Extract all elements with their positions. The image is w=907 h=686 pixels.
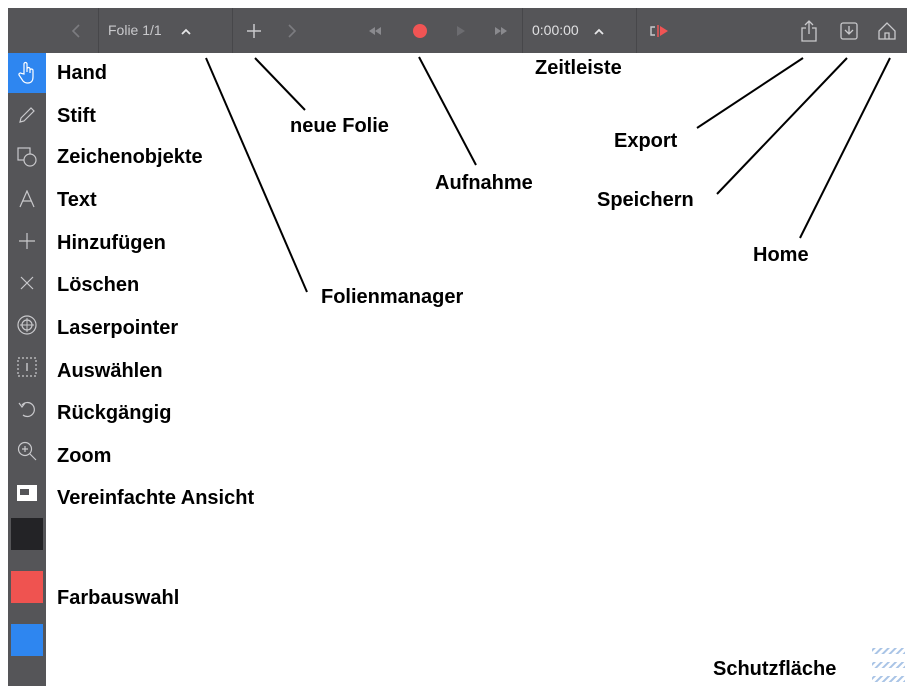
protected-area-icon [872,648,905,682]
annotation-speichern: Speichern [597,189,694,211]
annotation-folienmanager: Folienmanager [321,286,464,308]
callout-line-aufnahme [418,56,477,166]
annotation-zeitleiste: Zeitleiste [535,57,622,79]
callout-line-export [696,57,804,129]
annotation-neue-folie: neue Folie [290,115,389,137]
annotation-aufnahme: Aufnahme [435,172,533,194]
callout-line-neue-folie [254,57,306,111]
annotation-schutzflaeche: Schutzfläche [713,658,837,680]
annotation-export: Export [614,130,678,152]
callout-line-folienmanager [205,57,308,293]
callout-line-home [799,57,891,239]
annotation-home: Home [753,244,809,266]
callout-lines [205,56,891,293]
callout-line-speichern [716,57,848,195]
